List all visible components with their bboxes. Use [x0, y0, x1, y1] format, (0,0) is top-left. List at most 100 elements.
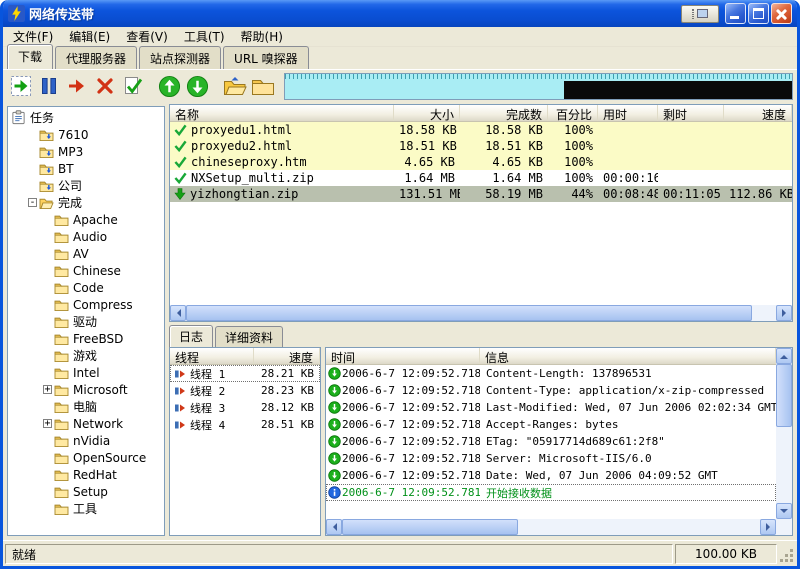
- log-row[interactable]: 2006-6-7 12:09:52.718Content-Type: appli…: [326, 382, 776, 399]
- log-row[interactable]: 2006-6-7 12:09:52.718Date: Wed, 07 Jun 2…: [326, 467, 776, 484]
- log-row[interactable]: 2006-6-7 12:09:52.781开始接收数据: [326, 484, 776, 501]
- tree-item[interactable]: 电脑: [8, 398, 164, 415]
- resume-button[interactable]: [63, 73, 90, 100]
- resize-grip[interactable]: [779, 544, 795, 564]
- float-window-button[interactable]: [681, 5, 719, 23]
- plus-expander-icon[interactable]: +: [43, 419, 52, 428]
- tree-item[interactable]: Chinese: [8, 262, 164, 279]
- commit-button[interactable]: [119, 73, 146, 100]
- move-up-button[interactable]: [156, 73, 183, 100]
- tree-item[interactable]: Code: [8, 279, 164, 296]
- scroll-down-button[interactable]: [776, 503, 792, 519]
- recv-icon: [326, 469, 342, 482]
- column-header[interactable]: 用时: [598, 105, 658, 121]
- scroll-thumb[interactable]: [186, 305, 752, 321]
- tree-item[interactable]: Audio: [8, 228, 164, 245]
- tree-item[interactable]: +Microsoft: [8, 381, 164, 398]
- main-tab-1[interactable]: 代理服务器: [55, 46, 137, 70]
- column-header[interactable]: 速度: [724, 105, 792, 121]
- minimize-button[interactable]: [725, 3, 746, 24]
- tree-item[interactable]: Compress: [8, 296, 164, 313]
- scroll-right-button[interactable]: [760, 519, 776, 535]
- scroll-track[interactable]: [342, 519, 760, 535]
- column-header[interactable]: 大小: [394, 105, 460, 121]
- download-row[interactable]: NXSetup_multi.zip1.64 MB1.64 MB100%00:00…: [170, 170, 792, 186]
- menu-item-4[interactable]: 帮助(H): [233, 26, 291, 47]
- tree-item[interactable]: 公司: [8, 177, 164, 194]
- category-folder-icon: [39, 179, 54, 192]
- pause-button[interactable]: [35, 73, 62, 100]
- plus-expander-icon[interactable]: +: [43, 385, 52, 394]
- menu-item-3[interactable]: 工具(T): [176, 26, 233, 47]
- log-row[interactable]: 2006-6-7 12:09:52.718Content-Length: 137…: [326, 365, 776, 382]
- move-down-button[interactable]: [184, 73, 211, 100]
- column-header[interactable]: 信息: [480, 348, 776, 364]
- log-row[interactable]: 2006-6-7 12:09:52.718Accept-Ranges: byte…: [326, 416, 776, 433]
- thread-row[interactable]: 线程 128.21 KB: [170, 365, 320, 382]
- main-tab-2[interactable]: 站点探测器: [139, 46, 221, 70]
- open-folder-button[interactable]: [221, 73, 248, 100]
- tree-item[interactable]: Apache: [8, 211, 164, 228]
- thread-row[interactable]: 线程 328.12 KB: [170, 399, 320, 416]
- tree-item[interactable]: 任务: [8, 109, 164, 126]
- download-row[interactable]: proxyedu1.html18.58 KB18.58 KB100%: [170, 122, 792, 138]
- thread-row[interactable]: 线程 428.51 KB: [170, 416, 320, 433]
- tree-item[interactable]: Setup: [8, 483, 164, 500]
- column-header[interactable]: 速度: [254, 348, 320, 364]
- tree-item[interactable]: AV: [8, 245, 164, 262]
- close-button[interactable]: [771, 3, 792, 24]
- tree-item[interactable]: -完成: [8, 194, 164, 211]
- log-hscrollbar[interactable]: [326, 519, 776, 535]
- download-row[interactable]: proxyedu2.html18.51 KB18.51 KB100%: [170, 138, 792, 154]
- scroll-right-button[interactable]: [776, 305, 792, 321]
- column-header[interactable]: 剩时: [658, 105, 724, 121]
- tree-item-label: 电脑: [73, 398, 97, 415]
- log-row[interactable]: 2006-6-7 12:09:52.718Server: Microsoft-I…: [326, 450, 776, 467]
- column-header[interactable]: 线程: [170, 348, 254, 364]
- tree-item[interactable]: BT: [8, 160, 164, 177]
- scroll-track[interactable]: [776, 364, 792, 503]
- thread-row[interactable]: 线程 228.23 KB: [170, 382, 320, 399]
- scroll-track[interactable]: [186, 305, 776, 321]
- tree-item[interactable]: +Network: [8, 415, 164, 432]
- column-header[interactable]: 百分比: [548, 105, 598, 121]
- title-bar[interactable]: 网络传送带: [3, 0, 797, 27]
- download-row[interactable]: chineseproxy.htm4.65 KB4.65 KB100%: [170, 154, 792, 170]
- scroll-left-button[interactable]: [326, 519, 342, 535]
- tree-item[interactable]: 工具: [8, 500, 164, 517]
- scroll-up-button[interactable]: [776, 348, 792, 364]
- column-header[interactable]: 完成数: [460, 105, 548, 121]
- cell: 00:00:16: [598, 171, 658, 185]
- main-tab-0[interactable]: 下载: [7, 44, 53, 69]
- thread-name-cell: 线程 4: [170, 417, 254, 433]
- tree-item[interactable]: Intel: [8, 364, 164, 381]
- tree-item[interactable]: 驱动: [8, 313, 164, 330]
- log-vscrollbar[interactable]: [776, 348, 792, 519]
- category-folder-button[interactable]: [249, 73, 276, 100]
- maximize-button[interactable]: [748, 3, 769, 24]
- tree-item[interactable]: MP3: [8, 143, 164, 160]
- menu-item-1[interactable]: 编辑(E): [61, 26, 118, 47]
- bottom-tab-0[interactable]: 日志: [169, 325, 213, 347]
- tree-item[interactable]: RedHat: [8, 466, 164, 483]
- column-header[interactable]: 名称: [170, 105, 394, 121]
- tree-item[interactable]: 游戏: [8, 347, 164, 364]
- main-tab-3[interactable]: URL 嗅探器: [223, 46, 309, 70]
- bottom-tab-1[interactable]: 详细资料: [215, 326, 283, 348]
- tree-item[interactable]: 7610: [8, 126, 164, 143]
- delete-button[interactable]: [91, 73, 118, 100]
- new-task-button[interactable]: [7, 73, 34, 100]
- download-row[interactable]: yizhongtian.zip131.51 MB58.19 MB44%00:08…: [170, 186, 792, 202]
- menu-item-2[interactable]: 查看(V): [118, 26, 176, 47]
- column-header[interactable]: 时间: [326, 348, 480, 364]
- scroll-thumb[interactable]: [776, 364, 792, 427]
- minus-expander-icon[interactable]: -: [28, 198, 37, 207]
- tree-item[interactable]: OpenSource: [8, 449, 164, 466]
- log-row[interactable]: 2006-6-7 12:09:52.718ETag: "05917714d689…: [326, 433, 776, 450]
- scroll-thumb[interactable]: [342, 519, 518, 535]
- log-row[interactable]: 2006-6-7 12:09:52.718Last-Modified: Wed,…: [326, 399, 776, 416]
- download-list-hscrollbar[interactable]: [170, 305, 792, 321]
- tree-item[interactable]: FreeBSD: [8, 330, 164, 347]
- tree-item[interactable]: nVidia: [8, 432, 164, 449]
- scroll-left-button[interactable]: [170, 305, 186, 321]
